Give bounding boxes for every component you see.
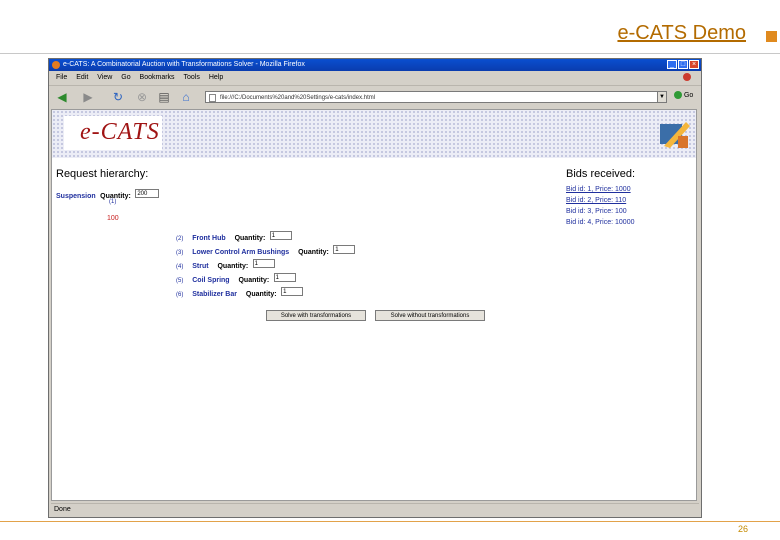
request-root-number: 100 bbox=[107, 215, 119, 222]
stop-icon[interactable]: ⊗ bbox=[135, 90, 149, 104]
go-button[interactable]: Go bbox=[674, 91, 693, 99]
close-button[interactable]: × bbox=[689, 60, 699, 69]
ecats-logo: e-CATS bbox=[80, 119, 160, 145]
coil-spring-quantity-field[interactable]: 1 bbox=[273, 273, 296, 283]
request-child-row: (6) Stabilizer Bar Quantity: 1 bbox=[176, 283, 304, 301]
bid-link-2[interactable]: Bid id: 2, Price: 110 bbox=[566, 197, 626, 204]
request-root-index: (1) bbox=[109, 199, 117, 205]
request-hierarchy-title: Request hierarchy: bbox=[56, 168, 149, 180]
child-label-stabilizer-bar[interactable]: Stabilizer Bar bbox=[192, 291, 237, 298]
stabilizer-bar-quantity-field[interactable]: 1 bbox=[281, 287, 304, 297]
menu-file[interactable]: File bbox=[56, 72, 67, 83]
address-bar[interactable]: file:///C:/Documents%20and%20Settings/e-… bbox=[205, 91, 667, 103]
bid-link-1[interactable]: Bid id: 1, Price: 1000 bbox=[566, 186, 631, 193]
bid-item-3[interactable]: Bid id: 3, Price: 100 bbox=[566, 208, 627, 215]
menu-view[interactable]: View bbox=[97, 72, 112, 83]
reload-icon[interactable]: ↻ bbox=[111, 90, 125, 104]
page-content: e-CATS Request hierarchy: Bids received:… bbox=[51, 109, 697, 501]
menu-go[interactable]: Go bbox=[121, 72, 130, 83]
strut-quantity-field[interactable]: 1 bbox=[252, 259, 275, 269]
slide-top-divider bbox=[0, 53, 780, 54]
quantity-label: Quantity: bbox=[245, 291, 277, 298]
solve-without-transformations-button[interactable]: Solve without transformations bbox=[375, 310, 485, 321]
request-root-row: Suspension Quantity: 200 bbox=[56, 185, 160, 203]
header-banner: e-CATS bbox=[52, 110, 696, 158]
window-controls: _ □ × bbox=[667, 60, 699, 69]
child-index: (6) bbox=[176, 292, 184, 298]
address-dropdown-button[interactable]: ▼ bbox=[657, 91, 667, 103]
solve-with-transformations-button[interactable]: Solve with transformations bbox=[266, 310, 366, 321]
menu-tools[interactable]: Tools bbox=[184, 72, 200, 83]
front-hub-quantity-field[interactable]: 1 bbox=[269, 231, 292, 241]
quantity-label: Quantity: bbox=[298, 249, 329, 256]
menu-bar: File Edit View Go Bookmarks Tools Help bbox=[49, 72, 701, 83]
go-icon bbox=[674, 91, 682, 99]
slide-accent-square bbox=[766, 31, 777, 42]
firefox-icon bbox=[52, 61, 60, 69]
maximize-button[interactable]: □ bbox=[678, 60, 688, 69]
address-text: file:///C:/Documents%20and%20Settings/e-… bbox=[220, 95, 376, 101]
browser-window: e-CATS: A Combinatorial Auction with Tra… bbox=[48, 58, 702, 518]
root-quantity-field[interactable]: 200 bbox=[135, 189, 160, 199]
page-icon bbox=[209, 94, 216, 102]
menu-bookmarks[interactable]: Bookmarks bbox=[140, 72, 175, 83]
back-icon[interactable]: ◀ bbox=[55, 90, 69, 104]
home-icon[interactable]: ⌂ bbox=[179, 90, 193, 104]
go-label: Go bbox=[683, 91, 694, 99]
menu-help[interactable]: Help bbox=[209, 72, 223, 83]
logo-box: e-CATS bbox=[64, 116, 162, 150]
bid-item-4[interactable]: Bid id: 4, Price: 10000 bbox=[566, 219, 635, 226]
window-title: e-CATS: A Combinatorial Auction with Tra… bbox=[63, 61, 305, 68]
forward-icon[interactable]: ▶ bbox=[81, 90, 95, 104]
status-bar: Done bbox=[51, 503, 699, 515]
corner-logo-icon bbox=[660, 122, 690, 148]
page-number: 26 bbox=[738, 524, 749, 534]
minimize-button[interactable]: _ bbox=[667, 60, 677, 69]
print-icon[interactable]: ▤ bbox=[157, 90, 171, 104]
slide-bottom-divider bbox=[0, 521, 780, 522]
request-root-label[interactable]: Suspension bbox=[56, 193, 96, 200]
slide-title: e-CATS Demo bbox=[617, 22, 746, 44]
menu-edit[interactable]: Edit bbox=[76, 72, 88, 83]
bushings-quantity-field[interactable]: 1 bbox=[333, 245, 356, 255]
navigation-toolbar: ◀ ▶ ↻ ⊗ ▤ ⌂ file:///C:/Documents%20and%2… bbox=[49, 85, 701, 108]
throbber-icon bbox=[683, 73, 691, 81]
bids-received-title: Bids received: bbox=[566, 168, 636, 180]
window-titlebar: e-CATS: A Combinatorial Auction with Tra… bbox=[49, 59, 701, 71]
